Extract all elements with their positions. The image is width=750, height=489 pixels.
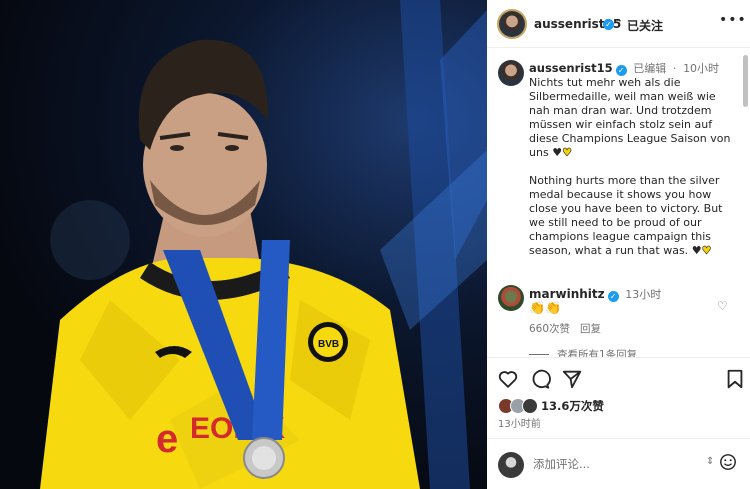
separator-dot: ·	[618, 14, 622, 28]
yellow-heart-icon: ♥	[701, 244, 712, 258]
comment-time: 13小时	[625, 288, 662, 301]
comment-bubble-icon[interactable]	[529, 368, 551, 390]
current-user-avatar	[498, 452, 524, 478]
verified-badge-icon: ✓	[615, 65, 627, 76]
emoji-picker-icon[interactable]	[719, 453, 737, 471]
save-bookmark-icon[interactable]	[724, 368, 746, 390]
more-options-icon[interactable]: •••	[719, 12, 747, 28]
post-side-panel: aussenrist15 ✓ · 已关注 ••• aussenrist15 ✓ 已…	[487, 0, 750, 489]
black-heart-icon: ♥	[691, 244, 702, 257]
commenter-username[interactable]: marwinhitz	[529, 287, 605, 301]
comment-input[interactable]	[533, 457, 683, 471]
comment-like-count[interactable]: 660次赞	[529, 321, 570, 336]
comments-scroll-area[interactable]: aussenrist15 ✓ 已编辑 · 10小时 Nichts tut mehr…	[487, 49, 750, 357]
verified-badge-icon: ✓	[607, 291, 619, 302]
commenter-avatar[interactable]	[498, 285, 524, 311]
post-header: aussenrist15 ✓ · 已关注 •••	[487, 0, 750, 48]
caption-author-username[interactable]: aussenrist15	[529, 61, 613, 75]
caption-separator: ·	[672, 62, 677, 75]
caption-header: aussenrist15 ✓ 已编辑 · 10小时	[529, 60, 719, 76]
post-photo[interactable]: e EONIK BVB	[0, 0, 487, 489]
add-comment-bar: ⇕	[487, 438, 750, 489]
liker-avatar	[522, 398, 538, 414]
scrollbar-thumb[interactable]	[743, 55, 748, 107]
post-time-ago: 13小时前	[498, 419, 541, 430]
sort-updown-icon[interactable]: ⇕	[706, 456, 714, 467]
caption-time: 10小时	[683, 62, 720, 75]
like-heart-icon[interactable]	[497, 368, 519, 390]
yellow-heart-icon: ♥	[562, 146, 572, 160]
svg-text:BVB: BVB	[318, 339, 339, 350]
following-button[interactable]: 已关注	[627, 17, 663, 34]
comment-reply-button[interactable]: 回复	[580, 321, 601, 336]
black-heart-icon: ♥	[552, 146, 563, 159]
comment-text: 👏👏	[529, 301, 562, 316]
comment-like-heart-icon[interactable]: ♡	[717, 299, 728, 313]
comment-header: marwinhitz ✓ 13小时	[529, 286, 661, 302]
edited-label: 已编辑	[633, 62, 667, 75]
post-like-count[interactable]: 13.6万次赞	[541, 398, 604, 414]
post-image-illustration: e EONIK BVB	[40, 0, 487, 489]
caption-author-avatar[interactable]	[498, 60, 524, 86]
author-avatar[interactable]	[497, 9, 527, 39]
view-replies-link[interactable]: 查看所有1条回复	[529, 347, 637, 357]
svg-text:e: e	[156, 417, 178, 461]
post-actions: 13.6万次赞 13小时前 ⇕	[487, 357, 750, 489]
verified-badge-icon: ✓	[603, 19, 614, 30]
caption-text: Nichts tut mehr weh als die Silbermedail…	[529, 76, 739, 258]
share-send-icon[interactable]	[561, 368, 583, 390]
view-replies-label: 查看所有1条回复	[557, 349, 638, 357]
divider-line	[529, 354, 549, 355]
